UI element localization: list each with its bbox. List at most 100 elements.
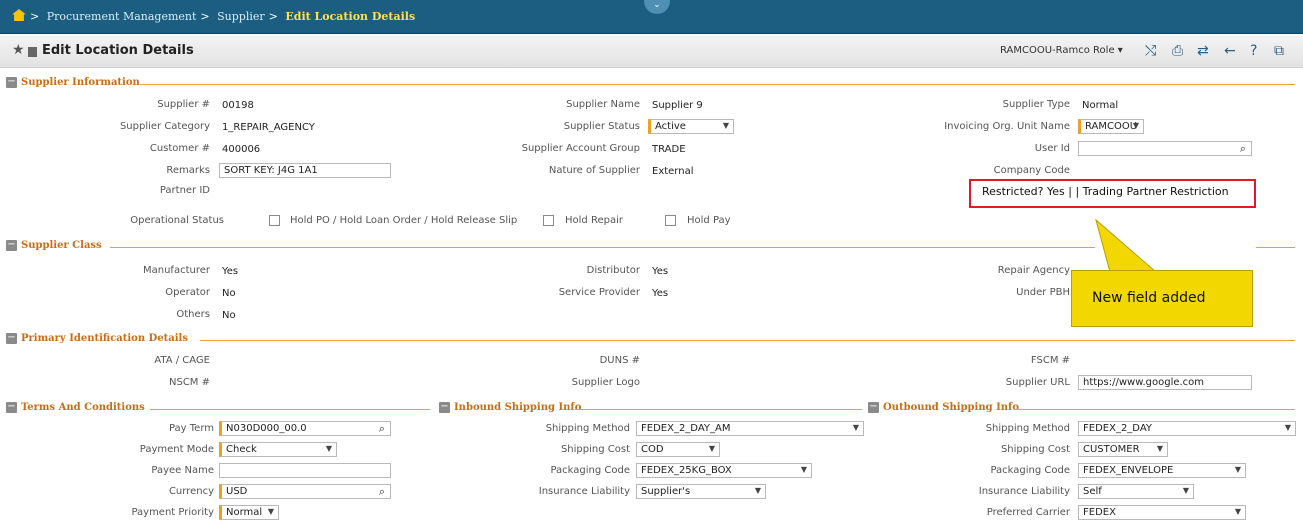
section-supplier-class[interactable]: − Supplier Class <box>6 240 102 254</box>
section-inbound-shipping[interactable]: − Inbound Shipping Info <box>439 402 581 416</box>
collapse-minus-icon[interactable]: − <box>439 402 450 413</box>
pay-term-input[interactable]: N030D000_00.0 ⌕ <box>219 421 391 436</box>
payment-priority-select[interactable]: Normal ▼ <box>219 505 279 520</box>
outbound-method-label: Shipping Method <box>985 423 1070 434</box>
others-value: No <box>222 310 236 321</box>
search-icon[interactable]: ⌕ <box>1240 142 1246 155</box>
breadcrumb-procurement[interactable]: Procurement Management <box>47 10 197 23</box>
preferred-carrier-select[interactable]: FEDEX ▼ <box>1078 505 1246 520</box>
service-provider-value: Yes <box>652 288 669 299</box>
section-divider <box>1256 247 1295 248</box>
chevron-down-icon: ▼ <box>754 486 761 495</box>
outbound-cost-label: Shipping Cost <box>1000 444 1070 455</box>
role-selector[interactable]: RAMCOOU-Ramco Role ▾ <box>1000 45 1123 56</box>
section-terms-conditions[interactable]: − Terms And Conditions <box>6 402 145 416</box>
section-divider <box>150 409 430 410</box>
inbound-cost-select[interactable]: COD ▼ <box>636 442 720 457</box>
supplier-status-value: Active <box>655 121 686 132</box>
search-icon[interactable]: ⌕ <box>379 485 385 498</box>
inbound-cost-label: Shipping Cost <box>560 444 630 455</box>
remarks-input[interactable]: SORT KEY: J4G 1A1 <box>219 163 391 178</box>
outbound-insurance-select[interactable]: Self ▼ <box>1078 484 1194 499</box>
collapse-minus-icon[interactable]: − <box>6 402 17 413</box>
breadcrumb-supplier[interactable]: Supplier <box>217 10 265 23</box>
chevron-down-icon: ▼ <box>1234 507 1241 516</box>
inbound-packaging-label: Packaging Code <box>550 465 630 476</box>
section-primary-identification[interactable]: − Primary Identification Details <box>6 333 188 347</box>
inbound-packaging-select[interactable]: FEDEX_25KG_BOX ▼ <box>636 463 812 478</box>
payee-name-input[interactable] <box>219 463 391 478</box>
operator-value: No <box>222 288 236 299</box>
company-code-label: Company Code <box>993 165 1070 176</box>
hold-po-checkbox[interactable] <box>269 215 280 226</box>
hold-po-label: Hold PO / Hold Loan Order / Hold Release… <box>290 215 518 226</box>
section-outbound-shipping[interactable]: − Outbound Shipping Info <box>868 402 1019 416</box>
home-icon[interactable] <box>12 9 26 21</box>
outbound-insurance-value: Self <box>1083 486 1102 497</box>
refresh-icon[interactable]: ⇄ <box>1197 43 1209 59</box>
document-icon <box>28 47 37 57</box>
invoicing-ou-select[interactable]: RAMCOOU ▼ <box>1078 119 1144 134</box>
inbound-cost-value: COD <box>641 444 664 455</box>
outbound-method-value: FEDEX_2_DAY <box>1083 423 1152 434</box>
manufacturer-label: Manufacturer <box>143 265 210 276</box>
manufacturer-value: Yes <box>222 266 239 277</box>
inbound-method-select[interactable]: FEDEX_2_DAY_AM ▼ <box>636 421 864 436</box>
pay-term-value: N030D000_00.0 <box>226 423 307 434</box>
nature-label: Nature of Supplier <box>548 165 640 176</box>
supplier-no-label: Supplier # <box>157 99 210 110</box>
section-title: Terms And Conditions <box>21 402 145 413</box>
currency-input[interactable]: USD ⌕ <box>219 484 391 499</box>
favorite-star-icon[interactable]: ★ <box>12 42 25 58</box>
under-pbh-label: Under PBH <box>1016 287 1070 298</box>
shuffle-icon[interactable]: ⤭ <box>1145 43 1156 59</box>
breadcrumb-current: Edit Location Details <box>285 10 416 23</box>
hold-pay-checkbox[interactable] <box>665 215 676 226</box>
outbound-cost-select[interactable]: CUSTOMER ▼ <box>1078 442 1168 457</box>
supplier-status-select[interactable]: Active ▼ <box>648 119 734 134</box>
repair-agency-label: Repair Agency <box>997 265 1070 276</box>
collapse-minus-icon[interactable]: − <box>868 402 879 413</box>
currency-label: Currency <box>168 486 214 497</box>
nature-value: External <box>652 166 694 177</box>
section-divider <box>1018 409 1295 410</box>
outbound-insurance-label: Insurance Liability <box>978 486 1070 497</box>
section-title: Inbound Shipping Info <box>454 402 582 413</box>
hold-repair-checkbox[interactable] <box>543 215 554 226</box>
callout-text: New field added <box>1092 290 1206 306</box>
chevron-down-icon: ▼ <box>852 423 859 432</box>
outbound-method-select[interactable]: FEDEX_2_DAY ▼ <box>1078 421 1296 436</box>
ata-cage-label: ATA / CAGE <box>154 355 210 366</box>
pay-term-label: Pay Term <box>168 423 214 434</box>
inbound-method-label: Shipping Method <box>545 423 630 434</box>
user-id-input[interactable]: ⌕ <box>1078 141 1252 156</box>
inbound-insurance-value: Supplier's <box>641 486 691 497</box>
section-supplier-information[interactable]: − Supplier Information <box>6 77 140 91</box>
section-divider <box>575 409 862 410</box>
title-bar: ★ Edit Location Details RAMCOOU-Ramco Ro… <box>0 35 1303 68</box>
collapse-minus-icon[interactable]: − <box>6 333 17 344</box>
window-icon[interactable]: ⧉ <box>1274 43 1284 59</box>
section-title: Supplier Information <box>21 77 140 88</box>
search-icon[interactable]: ⌕ <box>379 422 385 435</box>
payment-mode-select[interactable]: Check ▼ <box>219 442 337 457</box>
supplier-name-value: Supplier 9 <box>652 100 703 111</box>
fscm-label: FSCM # <box>1030 355 1070 366</box>
back-arrow-icon[interactable]: ← <box>1224 43 1236 59</box>
collapse-minus-icon[interactable]: − <box>6 240 17 251</box>
page-title: Edit Location Details <box>42 43 194 58</box>
callout-pointer <box>1095 218 1158 273</box>
collapse-minus-icon[interactable]: − <box>6 77 17 88</box>
distributor-label: Distributor <box>586 265 640 276</box>
operator-label: Operator <box>165 287 210 298</box>
outbound-packaging-value: FEDEX_ENVELOPE <box>1083 465 1174 476</box>
supplier-url-input[interactable]: https://www.google.com <box>1078 375 1252 390</box>
inbound-insurance-select[interactable]: Supplier's ▼ <box>636 484 766 499</box>
remarks-label: Remarks <box>166 165 210 176</box>
print-icon[interactable]: ⎙ <box>1172 43 1183 59</box>
outbound-packaging-select[interactable]: FEDEX_ENVELOPE ▼ <box>1078 463 1246 478</box>
hold-repair-label: Hold Repair <box>565 215 623 226</box>
section-divider <box>110 247 1095 248</box>
help-icon[interactable]: ? <box>1250 43 1257 59</box>
supplier-category-label: Supplier Category <box>119 121 210 132</box>
